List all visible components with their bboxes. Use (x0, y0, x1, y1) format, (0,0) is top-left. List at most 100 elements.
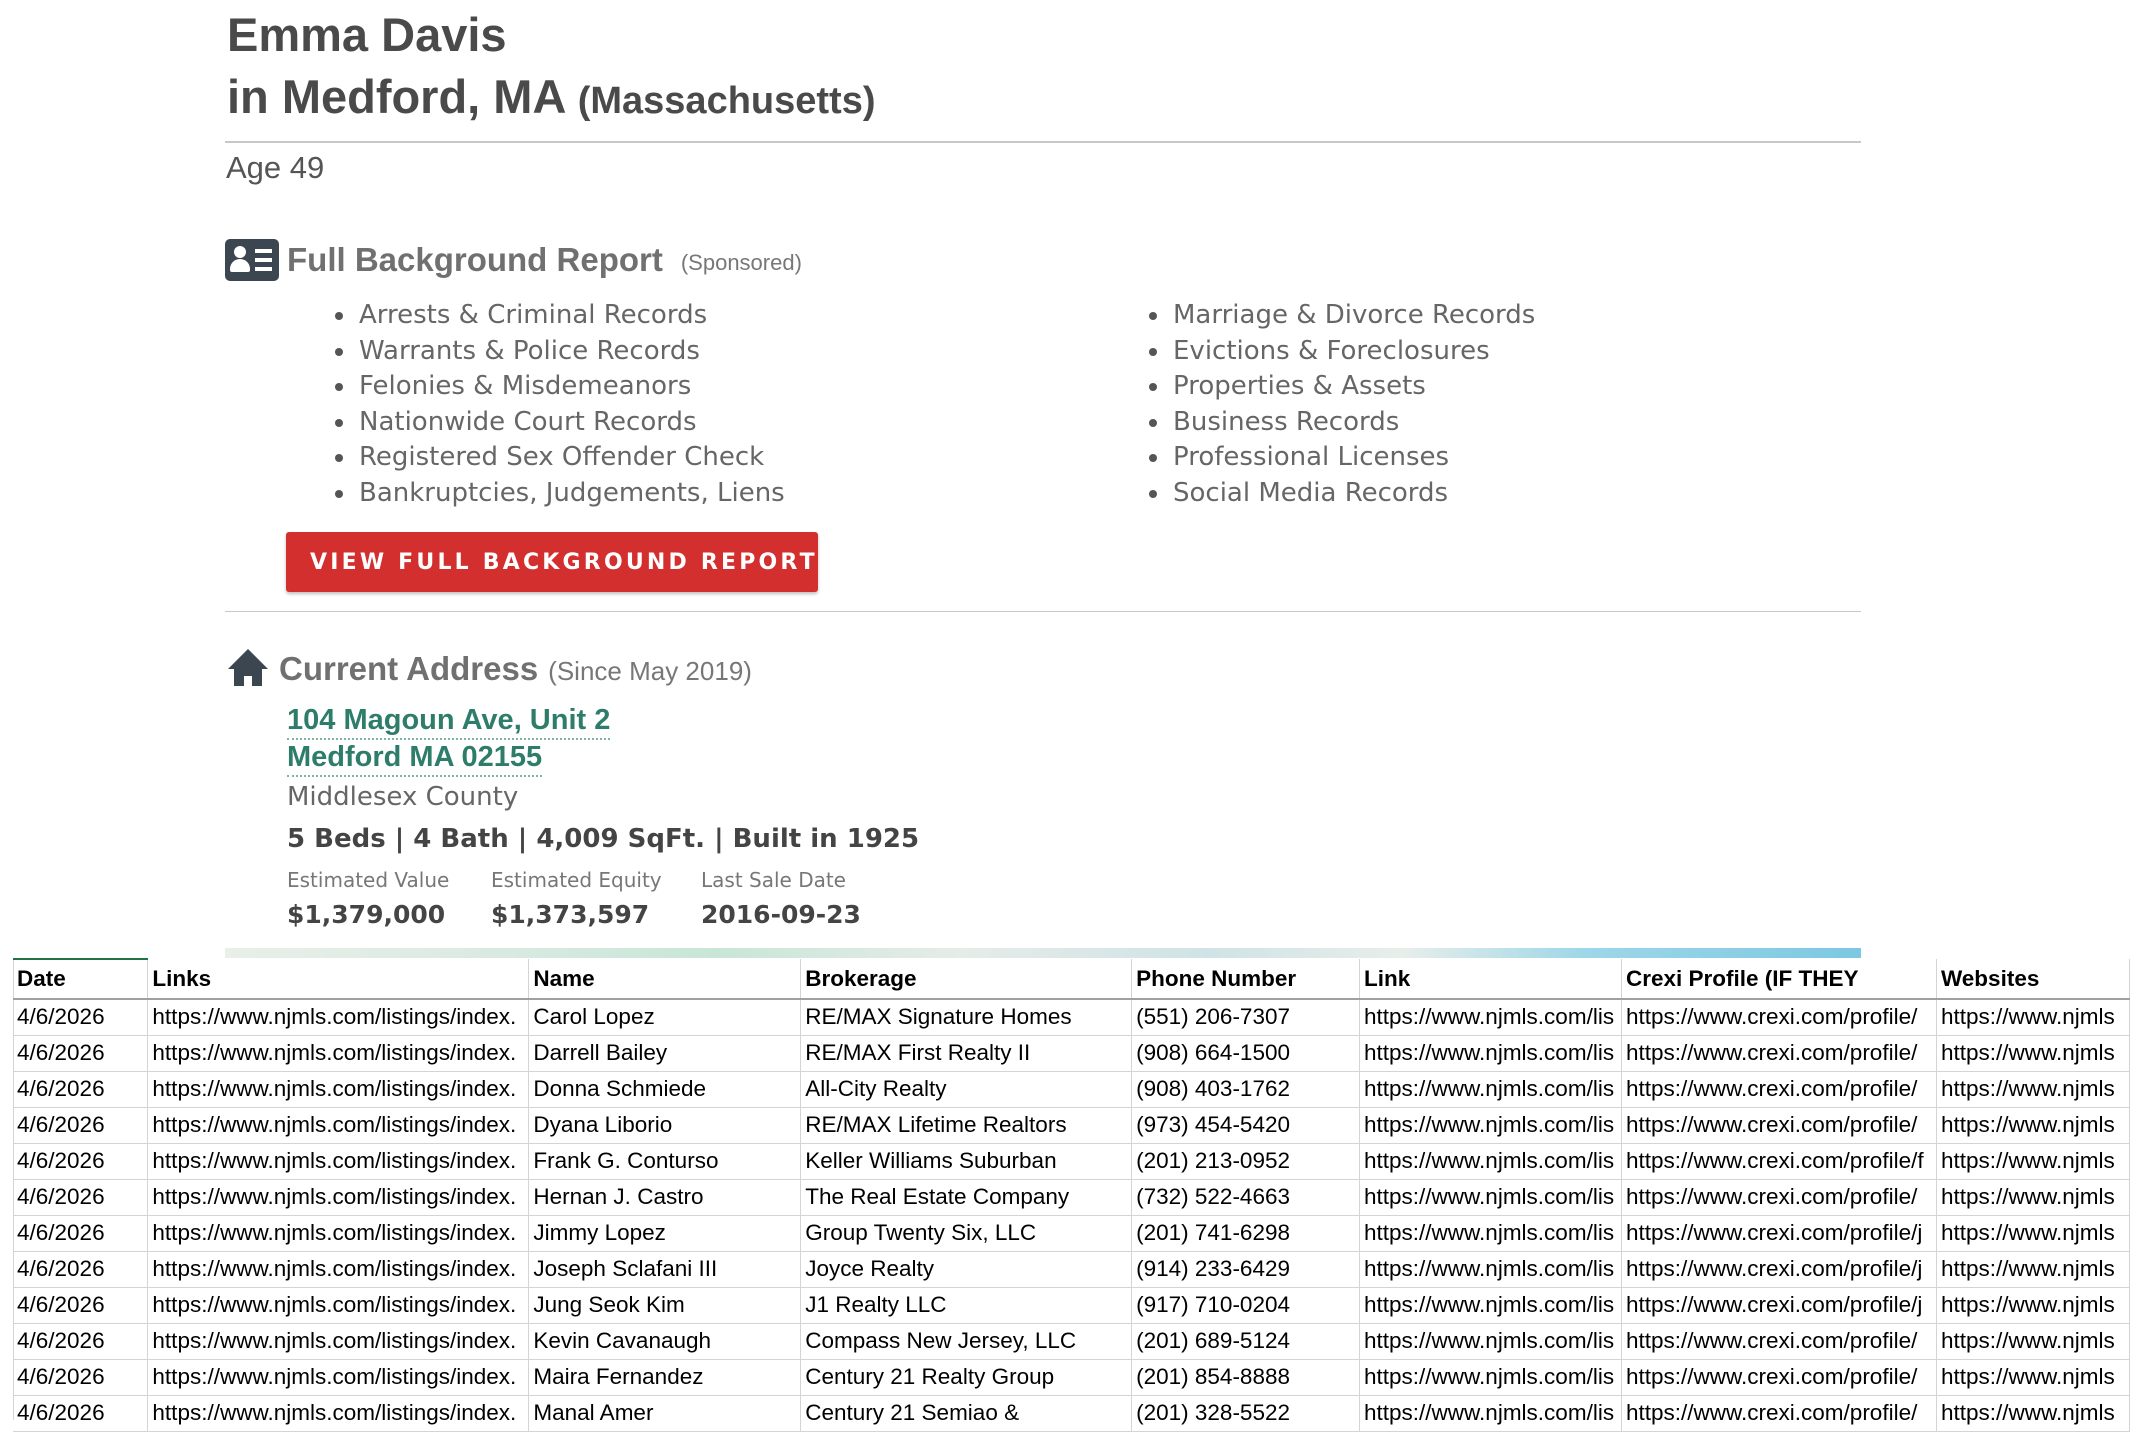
table-cell[interactable]: https://www.njmls (1936, 1071, 2130, 1108)
table-cell[interactable]: Darrell Bailey (528, 1035, 802, 1072)
address-city-link[interactable]: Medford MA 02155 (287, 739, 543, 777)
table-cell[interactable]: https://www.njmls.com/lis (1359, 1107, 1622, 1144)
table-cell[interactable]: Joseph Sclafani III (528, 1251, 802, 1288)
table-cell[interactable]: https://www.njmls.com/lis (1359, 999, 1622, 1036)
table-cell[interactable]: https://www.crexi.com/profile/ (1621, 1179, 1937, 1216)
table-cell[interactable]: Kevin Cavanaugh (528, 1323, 802, 1360)
address-map[interactable] (225, 948, 1861, 958)
table-cell[interactable]: (917) 710-0204 (1131, 1287, 1361, 1324)
table-cell[interactable]: RE/MAX Lifetime Realtors (800, 1107, 1133, 1144)
table-cell[interactable]: https://www.njmls.com/listings/index. (147, 1179, 530, 1216)
table-cell[interactable]: 4/6/2026 (13, 1071, 149, 1108)
table-cell[interactable]: (201) 213-0952 (1131, 1143, 1361, 1180)
table-cell[interactable]: 4/6/2026 (13, 1107, 149, 1144)
table-cell[interactable]: https://www.njmls (1936, 1107, 2130, 1144)
column-header[interactable]: Crexi Profile (IF THEY (1621, 959, 1937, 1000)
table-cell[interactable]: Manal Amer (528, 1395, 802, 1432)
table-cell[interactable]: https://www.njmls (1936, 1323, 2130, 1360)
table-cell[interactable]: https://www.crexi.com/profile/ (1621, 1107, 1937, 1144)
table-cell[interactable]: Keller Williams Suburban (800, 1143, 1133, 1180)
address-street-link[interactable]: 104 Magoun Ave, Unit 2 (287, 702, 611, 740)
table-cell[interactable]: https://www.crexi.com/profile/j (1621, 1287, 1937, 1324)
table-cell[interactable]: https://www.njmls.com/listings/index. (147, 1323, 530, 1360)
table-cell[interactable]: Maira Fernandez (528, 1359, 802, 1396)
table-cell[interactable]: 4/6/2026 (13, 1287, 149, 1324)
table-cell[interactable]: (914) 233-6429 (1131, 1251, 1361, 1288)
table-cell[interactable]: https://www.njmls.com/listings/index. (147, 1107, 530, 1144)
table-cell[interactable]: 4/6/2026 (13, 1359, 149, 1396)
table-cell[interactable]: Century 21 Semiao & (800, 1395, 1133, 1432)
table-cell[interactable]: Jung Seok Kim (528, 1287, 802, 1324)
table-cell[interactable]: 4/6/2026 (13, 1143, 149, 1180)
table-cell[interactable]: https://www.njmls.com/listings/index. (147, 1035, 530, 1072)
table-cell[interactable]: (201) 741-6298 (1131, 1215, 1361, 1252)
table-cell[interactable]: https://www.crexi.com/profile/ (1621, 999, 1937, 1036)
table-cell[interactable]: J1 Realty LLC (800, 1287, 1133, 1324)
column-header[interactable]: Brokerage (800, 959, 1133, 1000)
table-cell[interactable]: https://www.njmls (1936, 1287, 2130, 1324)
table-cell[interactable]: https://www.crexi.com/profile/j (1621, 1251, 1937, 1288)
table-cell[interactable]: https://www.njmls.com/listings/index. (147, 1251, 530, 1288)
table-cell[interactable]: https://www.njmls (1936, 1179, 2130, 1216)
table-cell[interactable]: Hernan J. Castro (528, 1179, 802, 1216)
table-cell[interactable]: https://www.njmls.com/lis (1359, 1035, 1622, 1072)
table-cell[interactable]: (201) 689-5124 (1131, 1323, 1361, 1360)
table-cell[interactable]: https://www.njmls.com/listings/index. (147, 1143, 530, 1180)
column-header[interactable]: Link (1359, 959, 1622, 1000)
table-cell[interactable]: 4/6/2026 (13, 999, 149, 1036)
table-cell[interactable]: (201) 854-8888 (1131, 1359, 1361, 1396)
column-header[interactable]: Date (13, 958, 149, 1000)
table-cell[interactable]: https://www.njmls.com/lis (1359, 1251, 1622, 1288)
table-cell[interactable]: (908) 664-1500 (1131, 1035, 1361, 1072)
column-header[interactable]: Name (528, 959, 802, 1000)
table-cell[interactable]: 4/6/2026 (13, 1395, 149, 1432)
table-cell[interactable]: https://www.njmls (1936, 1035, 2130, 1072)
table-cell[interactable]: https://www.njmls (1936, 1395, 2130, 1432)
table-cell[interactable]: https://www.njmls.com/listings/index. (147, 1215, 530, 1252)
table-cell[interactable]: Donna Schmiede (528, 1071, 802, 1108)
table-cell[interactable]: https://www.njmls.com/listings/index. (147, 1287, 530, 1324)
table-cell[interactable]: 4/6/2026 (13, 1215, 149, 1252)
table-cell[interactable]: RE/MAX Signature Homes (800, 999, 1133, 1036)
table-cell[interactable]: https://www.njmls.com/lis (1359, 1287, 1622, 1324)
table-cell[interactable]: https://www.njmls (1936, 1143, 2130, 1180)
table-cell[interactable]: https://www.njmls (1936, 1359, 2130, 1396)
table-cell[interactable]: (551) 206-7307 (1131, 999, 1361, 1036)
table-cell[interactable]: https://www.njmls.com/lis (1359, 1323, 1622, 1360)
table-cell[interactable]: https://www.crexi.com/profile/f (1621, 1143, 1937, 1180)
column-header[interactable]: Links (147, 959, 530, 1000)
table-cell[interactable]: Joyce Realty (800, 1251, 1133, 1288)
table-cell[interactable]: Century 21 Realty Group (800, 1359, 1133, 1396)
table-cell[interactable]: https://www.njmls.com/listings/index. (147, 1395, 530, 1432)
table-cell[interactable]: https://www.crexi.com/profile/ (1621, 1071, 1937, 1108)
table-cell[interactable]: https://www.crexi.com/profile/ (1621, 1035, 1937, 1072)
table-cell[interactable]: (908) 403-1762 (1131, 1071, 1361, 1108)
table-cell[interactable]: (201) 328-5522 (1131, 1395, 1361, 1432)
table-cell[interactable]: https://www.njmls.com/listings/index. (147, 999, 530, 1036)
column-header[interactable]: Websites (1936, 959, 2130, 1000)
table-cell[interactable]: RE/MAX First Realty II (800, 1035, 1133, 1072)
table-cell[interactable]: https://www.crexi.com/profile/ (1621, 1395, 1937, 1432)
table-cell[interactable]: (973) 454-5420 (1131, 1107, 1361, 1144)
table-cell[interactable]: https://www.njmls.com/lis (1359, 1215, 1622, 1252)
table-cell[interactable]: Compass New Jersey, LLC (800, 1323, 1133, 1360)
table-cell[interactable]: https://www.njmls.com/listings/index. (147, 1359, 530, 1396)
table-cell[interactable]: https://www.njmls.com/listings/index. (147, 1071, 530, 1108)
table-cell[interactable]: Group Twenty Six, LLC (800, 1215, 1133, 1252)
table-cell[interactable]: https://www.njmls (1936, 999, 2130, 1036)
table-cell[interactable]: Frank G. Conturso (528, 1143, 802, 1180)
table-cell[interactable]: Carol Lopez (528, 999, 802, 1036)
table-cell[interactable]: 4/6/2026 (13, 1035, 149, 1072)
table-cell[interactable]: https://www.njmls.com/lis (1359, 1071, 1622, 1108)
table-cell[interactable]: https://www.crexi.com/profile/ (1621, 1323, 1937, 1360)
table-cell[interactable]: https://www.njmls.com/lis (1359, 1179, 1622, 1216)
table-cell[interactable]: 4/6/2026 (13, 1323, 149, 1360)
table-cell[interactable]: https://www.njmls (1936, 1251, 2130, 1288)
table-cell[interactable]: All-City Realty (800, 1071, 1133, 1108)
table-cell[interactable]: https://www.crexi.com/profile/j (1621, 1215, 1937, 1252)
view-full-background-report-button[interactable]: VIEW FULL BACKGROUND REPORT ❯❯ (286, 532, 869, 592)
table-cell[interactable]: (732) 522-4663 (1131, 1179, 1361, 1216)
table-cell[interactable]: 4/6/2026 (13, 1179, 149, 1216)
table-cell[interactable]: https://www.njmls.com/lis (1359, 1359, 1622, 1396)
table-cell[interactable]: Jimmy Lopez (528, 1215, 802, 1252)
